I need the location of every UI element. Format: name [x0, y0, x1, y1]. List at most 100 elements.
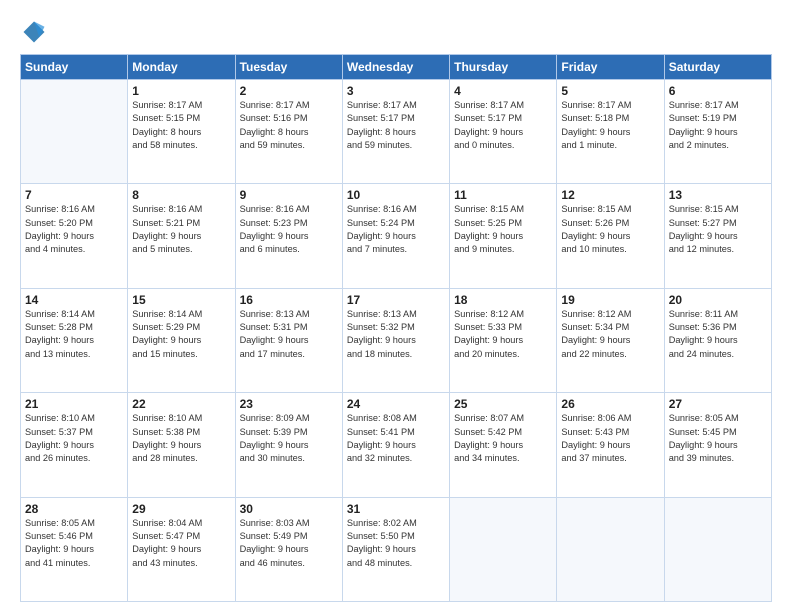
- calendar-cell: 28Sunrise: 8:05 AMSunset: 5:46 PMDayligh…: [21, 497, 128, 601]
- week-row-1: 1Sunrise: 8:17 AMSunset: 5:15 PMDaylight…: [21, 80, 772, 184]
- weekday-header-tuesday: Tuesday: [235, 55, 342, 80]
- day-number: 3: [347, 84, 445, 98]
- calendar-cell: 26Sunrise: 8:06 AMSunset: 5:43 PMDayligh…: [557, 393, 664, 497]
- header: [20, 18, 772, 46]
- calendar-cell: 18Sunrise: 8:12 AMSunset: 5:33 PMDayligh…: [450, 288, 557, 392]
- day-number: 28: [25, 502, 123, 516]
- calendar-cell: 25Sunrise: 8:07 AMSunset: 5:42 PMDayligh…: [450, 393, 557, 497]
- calendar-cell: 15Sunrise: 8:14 AMSunset: 5:29 PMDayligh…: [128, 288, 235, 392]
- day-number: 25: [454, 397, 552, 411]
- calendar-cell: 1Sunrise: 8:17 AMSunset: 5:15 PMDaylight…: [128, 80, 235, 184]
- calendar-cell: 19Sunrise: 8:12 AMSunset: 5:34 PMDayligh…: [557, 288, 664, 392]
- day-info: Sunrise: 8:05 AMSunset: 5:45 PMDaylight:…: [669, 412, 767, 465]
- weekday-header-saturday: Saturday: [664, 55, 771, 80]
- calendar-cell: 14Sunrise: 8:14 AMSunset: 5:28 PMDayligh…: [21, 288, 128, 392]
- calendar-cell: 2Sunrise: 8:17 AMSunset: 5:16 PMDaylight…: [235, 80, 342, 184]
- weekday-header-sunday: Sunday: [21, 55, 128, 80]
- calendar-cell: 27Sunrise: 8:05 AMSunset: 5:45 PMDayligh…: [664, 393, 771, 497]
- day-number: 17: [347, 293, 445, 307]
- calendar-cell: 4Sunrise: 8:17 AMSunset: 5:17 PMDaylight…: [450, 80, 557, 184]
- day-number: 10: [347, 188, 445, 202]
- calendar-cell: 12Sunrise: 8:15 AMSunset: 5:26 PMDayligh…: [557, 184, 664, 288]
- day-number: 9: [240, 188, 338, 202]
- calendar-cell: [664, 497, 771, 601]
- day-info: Sunrise: 8:04 AMSunset: 5:47 PMDaylight:…: [132, 517, 230, 570]
- day-number: 4: [454, 84, 552, 98]
- day-number: 6: [669, 84, 767, 98]
- calendar-cell: 22Sunrise: 8:10 AMSunset: 5:38 PMDayligh…: [128, 393, 235, 497]
- day-number: 19: [561, 293, 659, 307]
- day-info: Sunrise: 8:16 AMSunset: 5:23 PMDaylight:…: [240, 203, 338, 256]
- calendar-cell: 23Sunrise: 8:09 AMSunset: 5:39 PMDayligh…: [235, 393, 342, 497]
- day-number: 16: [240, 293, 338, 307]
- calendar-cell: 10Sunrise: 8:16 AMSunset: 5:24 PMDayligh…: [342, 184, 449, 288]
- day-number: 12: [561, 188, 659, 202]
- day-info: Sunrise: 8:14 AMSunset: 5:28 PMDaylight:…: [25, 308, 123, 361]
- weekday-header-row: SundayMondayTuesdayWednesdayThursdayFrid…: [21, 55, 772, 80]
- day-number: 21: [25, 397, 123, 411]
- logo: [20, 18, 52, 46]
- week-row-3: 14Sunrise: 8:14 AMSunset: 5:28 PMDayligh…: [21, 288, 772, 392]
- calendar-cell: 20Sunrise: 8:11 AMSunset: 5:36 PMDayligh…: [664, 288, 771, 392]
- calendar-cell: 8Sunrise: 8:16 AMSunset: 5:21 PMDaylight…: [128, 184, 235, 288]
- logo-icon: [20, 18, 48, 46]
- day-number: 13: [669, 188, 767, 202]
- day-info: Sunrise: 8:16 AMSunset: 5:24 PMDaylight:…: [347, 203, 445, 256]
- day-info: Sunrise: 8:12 AMSunset: 5:33 PMDaylight:…: [454, 308, 552, 361]
- day-number: 22: [132, 397, 230, 411]
- calendar-cell: 21Sunrise: 8:10 AMSunset: 5:37 PMDayligh…: [21, 393, 128, 497]
- day-info: Sunrise: 8:17 AMSunset: 5:15 PMDaylight:…: [132, 99, 230, 152]
- week-row-5: 28Sunrise: 8:05 AMSunset: 5:46 PMDayligh…: [21, 497, 772, 601]
- day-info: Sunrise: 8:10 AMSunset: 5:38 PMDaylight:…: [132, 412, 230, 465]
- day-info: Sunrise: 8:17 AMSunset: 5:18 PMDaylight:…: [561, 99, 659, 152]
- day-number: 20: [669, 293, 767, 307]
- day-info: Sunrise: 8:17 AMSunset: 5:16 PMDaylight:…: [240, 99, 338, 152]
- page: SundayMondayTuesdayWednesdayThursdayFrid…: [0, 0, 792, 612]
- day-number: 8: [132, 188, 230, 202]
- day-number: 15: [132, 293, 230, 307]
- day-info: Sunrise: 8:10 AMSunset: 5:37 PMDaylight:…: [25, 412, 123, 465]
- day-info: Sunrise: 8:17 AMSunset: 5:17 PMDaylight:…: [347, 99, 445, 152]
- day-number: 24: [347, 397, 445, 411]
- calendar-cell: 29Sunrise: 8:04 AMSunset: 5:47 PMDayligh…: [128, 497, 235, 601]
- weekday-header-monday: Monday: [128, 55, 235, 80]
- day-info: Sunrise: 8:13 AMSunset: 5:32 PMDaylight:…: [347, 308, 445, 361]
- day-info: Sunrise: 8:12 AMSunset: 5:34 PMDaylight:…: [561, 308, 659, 361]
- day-info: Sunrise: 8:09 AMSunset: 5:39 PMDaylight:…: [240, 412, 338, 465]
- day-info: Sunrise: 8:06 AMSunset: 5:43 PMDaylight:…: [561, 412, 659, 465]
- week-row-4: 21Sunrise: 8:10 AMSunset: 5:37 PMDayligh…: [21, 393, 772, 497]
- calendar-cell: [557, 497, 664, 601]
- calendar-table: SundayMondayTuesdayWednesdayThursdayFrid…: [20, 54, 772, 602]
- calendar-cell: [21, 80, 128, 184]
- calendar-cell: 7Sunrise: 8:16 AMSunset: 5:20 PMDaylight…: [21, 184, 128, 288]
- weekday-header-wednesday: Wednesday: [342, 55, 449, 80]
- calendar-cell: [450, 497, 557, 601]
- day-number: 18: [454, 293, 552, 307]
- calendar-cell: 30Sunrise: 8:03 AMSunset: 5:49 PMDayligh…: [235, 497, 342, 601]
- day-number: 29: [132, 502, 230, 516]
- day-info: Sunrise: 8:16 AMSunset: 5:20 PMDaylight:…: [25, 203, 123, 256]
- day-number: 27: [669, 397, 767, 411]
- day-info: Sunrise: 8:07 AMSunset: 5:42 PMDaylight:…: [454, 412, 552, 465]
- day-number: 11: [454, 188, 552, 202]
- day-number: 14: [25, 293, 123, 307]
- calendar-cell: 17Sunrise: 8:13 AMSunset: 5:32 PMDayligh…: [342, 288, 449, 392]
- day-info: Sunrise: 8:02 AMSunset: 5:50 PMDaylight:…: [347, 517, 445, 570]
- day-info: Sunrise: 8:15 AMSunset: 5:25 PMDaylight:…: [454, 203, 552, 256]
- weekday-header-thursday: Thursday: [450, 55, 557, 80]
- calendar-cell: 16Sunrise: 8:13 AMSunset: 5:31 PMDayligh…: [235, 288, 342, 392]
- calendar-cell: 24Sunrise: 8:08 AMSunset: 5:41 PMDayligh…: [342, 393, 449, 497]
- day-info: Sunrise: 8:14 AMSunset: 5:29 PMDaylight:…: [132, 308, 230, 361]
- calendar-cell: 31Sunrise: 8:02 AMSunset: 5:50 PMDayligh…: [342, 497, 449, 601]
- calendar-cell: 13Sunrise: 8:15 AMSunset: 5:27 PMDayligh…: [664, 184, 771, 288]
- day-info: Sunrise: 8:13 AMSunset: 5:31 PMDaylight:…: [240, 308, 338, 361]
- day-number: 7: [25, 188, 123, 202]
- day-info: Sunrise: 8:15 AMSunset: 5:26 PMDaylight:…: [561, 203, 659, 256]
- weekday-header-friday: Friday: [557, 55, 664, 80]
- day-number: 1: [132, 84, 230, 98]
- day-info: Sunrise: 8:16 AMSunset: 5:21 PMDaylight:…: [132, 203, 230, 256]
- day-number: 26: [561, 397, 659, 411]
- day-info: Sunrise: 8:11 AMSunset: 5:36 PMDaylight:…: [669, 308, 767, 361]
- day-number: 31: [347, 502, 445, 516]
- day-number: 2: [240, 84, 338, 98]
